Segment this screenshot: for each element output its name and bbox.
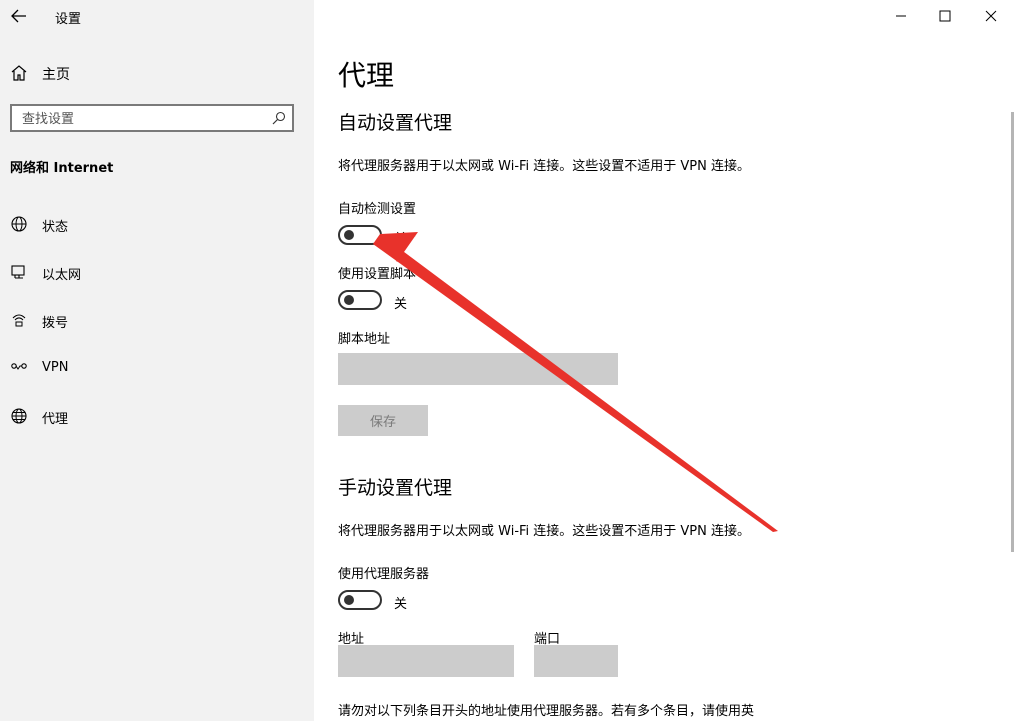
auto-detect-label: 自动检测设置 (338, 202, 417, 217)
auto-detect-toggle[interactable] (338, 225, 382, 245)
proxy-globe-icon (11, 408, 27, 424)
status-globe-icon (11, 216, 27, 232)
search-icon[interactable] (272, 111, 286, 125)
auto-detect-state: 关 (394, 232, 408, 247)
sidebar-home[interactable]: 主页 (0, 56, 314, 90)
save-button[interactable]: 保存 (338, 405, 428, 436)
sidebar-item-proxy[interactable]: 代理 (0, 398, 314, 446)
proxy-port-input[interactable] (534, 645, 618, 677)
toggle-knob (344, 595, 354, 605)
back-button[interactable] (6, 3, 32, 29)
sidebar-item-label: 状态 (42, 220, 69, 235)
setup-script-toggle[interactable] (338, 290, 382, 310)
sidebar-nav: 状态 以太网 拨号 VPN 代理 (0, 206, 314, 446)
sidebar: 设置 主页 网络和 Internet 状态 以太网 (0, 0, 314, 721)
minimize-button[interactable] (878, 0, 924, 32)
script-address-input[interactable] (338, 353, 618, 385)
close-button[interactable] (968, 0, 1014, 32)
dialup-icon (12, 314, 26, 327)
manual-proxy-description: 将代理服务器用于以太网或 Wi-Fi 连接。这些设置不适用于 VPN 连接。 (338, 524, 751, 539)
proxy-address-input[interactable] (338, 645, 514, 677)
auto-proxy-description: 将代理服务器用于以太网或 Wi-Fi 连接。这些设置不适用于 VPN 连接。 (338, 159, 751, 174)
setup-script-label: 使用设置脚本 (338, 267, 417, 282)
sidebar-home-label: 主页 (42, 67, 70, 83)
exceptions-description: 请勿对以下列条目开头的地址使用代理服务器。若有多个条目，请使用英 (338, 704, 755, 719)
sidebar-item-label: VPN (42, 360, 69, 375)
search-box[interactable] (10, 104, 294, 132)
close-icon (985, 10, 997, 22)
script-address-label: 脚本地址 (338, 332, 391, 347)
search-input[interactable] (12, 106, 274, 132)
manual-proxy-heading: 手动设置代理 (338, 477, 453, 499)
setup-script-state: 关 (394, 297, 408, 312)
app-title: 设置 (55, 12, 82, 27)
back-arrow-icon (11, 9, 26, 23)
sidebar-item-label: 代理 (42, 412, 69, 427)
maximize-icon (939, 10, 951, 22)
sidebar-item-label: 拨号 (42, 316, 69, 331)
use-proxy-state: 关 (394, 597, 408, 612)
sidebar-section-title: 网络和 Internet (10, 161, 114, 176)
vpn-icon (11, 363, 27, 370)
main-content: 代理 自动设置代理 将代理服务器用于以太网或 Wi-Fi 连接。这些设置不适用于… (314, 0, 1014, 721)
home-icon (11, 65, 27, 81)
ethernet-icon (11, 265, 25, 279)
auto-proxy-heading: 自动设置代理 (338, 112, 453, 134)
use-proxy-toggle[interactable] (338, 590, 382, 610)
use-proxy-label: 使用代理服务器 (338, 567, 430, 582)
sidebar-item-ethernet[interactable]: 以太网 (0, 254, 314, 302)
sidebar-item-status[interactable]: 状态 (0, 206, 314, 254)
page-title: 代理 (338, 59, 395, 92)
minimize-icon (896, 15, 906, 17)
toggle-knob (344, 295, 354, 305)
titlebar-left: 设置 (0, 0, 314, 32)
sidebar-item-label: 以太网 (42, 268, 82, 283)
sidebar-item-vpn[interactable]: VPN (0, 350, 314, 398)
maximize-button[interactable] (922, 0, 968, 32)
toggle-knob (344, 230, 354, 240)
sidebar-item-dialup[interactable]: 拨号 (0, 302, 314, 350)
